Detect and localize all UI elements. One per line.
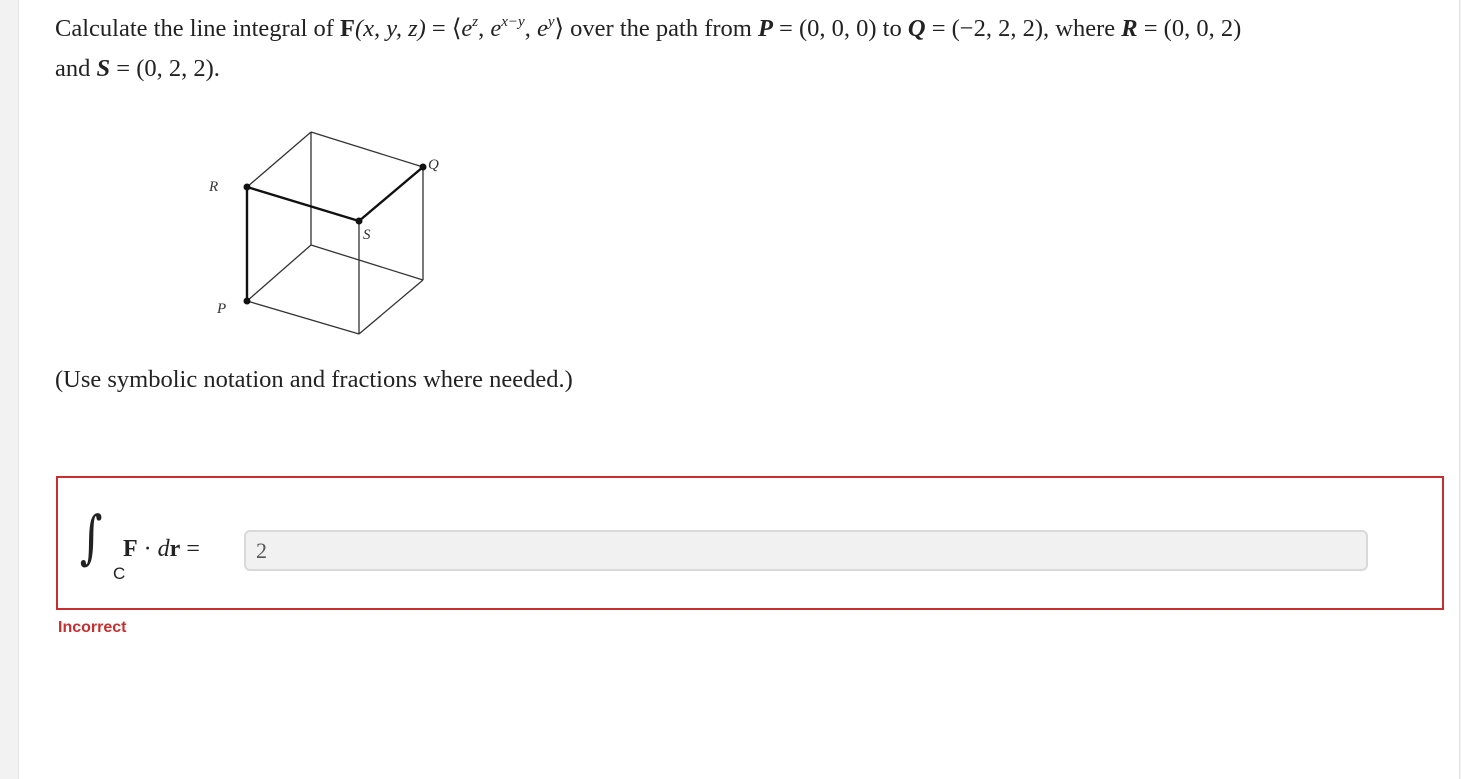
and-text: and	[55, 55, 97, 82]
point-q-label: Q	[907, 15, 926, 42]
component-separator-1: ,	[478, 15, 491, 42]
component-2-base: e	[490, 15, 502, 42]
point-r-dot	[243, 183, 251, 191]
point-p-dot	[243, 297, 251, 305]
component-separator-2: ,	[524, 15, 537, 42]
integrand: F · dr =	[123, 536, 200, 563]
path-text: over the path from	[564, 15, 758, 42]
cube-edge	[246, 300, 360, 335]
component-2-exponent: x−y	[501, 14, 525, 30]
figure-label-q: Q	[428, 157, 439, 173]
integral-subscript: C	[113, 564, 126, 583]
cube-path-figure: R S Q P	[191, 123, 461, 338]
cube-edge	[246, 244, 312, 302]
question-page: Calculate the line integral of F(x, y, z…	[18, 0, 1460, 779]
integrand-field: F	[123, 536, 138, 562]
dot-operator: ·	[137, 536, 158, 562]
cube-edge	[310, 244, 424, 281]
question-text: Calculate the line integral of F(x, y, z…	[55, 9, 1435, 89]
point-s-label: S	[96, 55, 111, 82]
figure-label-r: R	[208, 179, 218, 195]
question-intro: Calculate the line integral of	[55, 15, 341, 42]
point-p-value: = (0, 0, 0) to	[772, 15, 908, 42]
point-s-dot	[355, 217, 363, 225]
point-p-label: P	[757, 15, 773, 42]
cube-edge	[246, 131, 312, 188]
feedback-status: Incorrect	[58, 619, 127, 636]
cube-diagram: R S Q P	[208, 131, 439, 335]
equals-sign: =	[180, 536, 200, 562]
differential-d: d	[157, 536, 170, 562]
field-symbol: F	[340, 15, 356, 42]
point-s-value: = (0, 2, 2).	[110, 55, 220, 82]
path-segment-sq	[358, 166, 424, 222]
field-args: (x, y, z)	[355, 15, 426, 42]
hint-text: (Use symbolic notation and fractions whe…	[55, 366, 573, 393]
field-eq: = ⟨	[425, 15, 462, 42]
answer-container: ∫ C F · dr = 2	[56, 476, 1444, 610]
path-segment-rs	[246, 185, 360, 223]
cube-edge	[310, 131, 424, 168]
differential-r: r	[169, 536, 181, 562]
integral-sign-icon: ∫	[79, 503, 103, 571]
integral-expression: ∫ C F · dr =	[74, 508, 244, 583]
field-close: ⟩	[554, 15, 565, 42]
cube-edge	[358, 279, 424, 335]
figure-label-s: S	[363, 227, 371, 243]
point-r-value: = (0, 0, 2)	[1137, 15, 1242, 42]
component-3-base: e	[536, 15, 548, 42]
point-r-label: R	[1121, 15, 1138, 42]
point-q-dot	[419, 163, 427, 171]
figure-label-p: P	[216, 301, 226, 317]
component-1-base: e	[461, 15, 473, 42]
answer-input[interactable]: 2	[244, 530, 1368, 571]
point-q-value: = (−2, 2, 2), where	[925, 15, 1122, 42]
